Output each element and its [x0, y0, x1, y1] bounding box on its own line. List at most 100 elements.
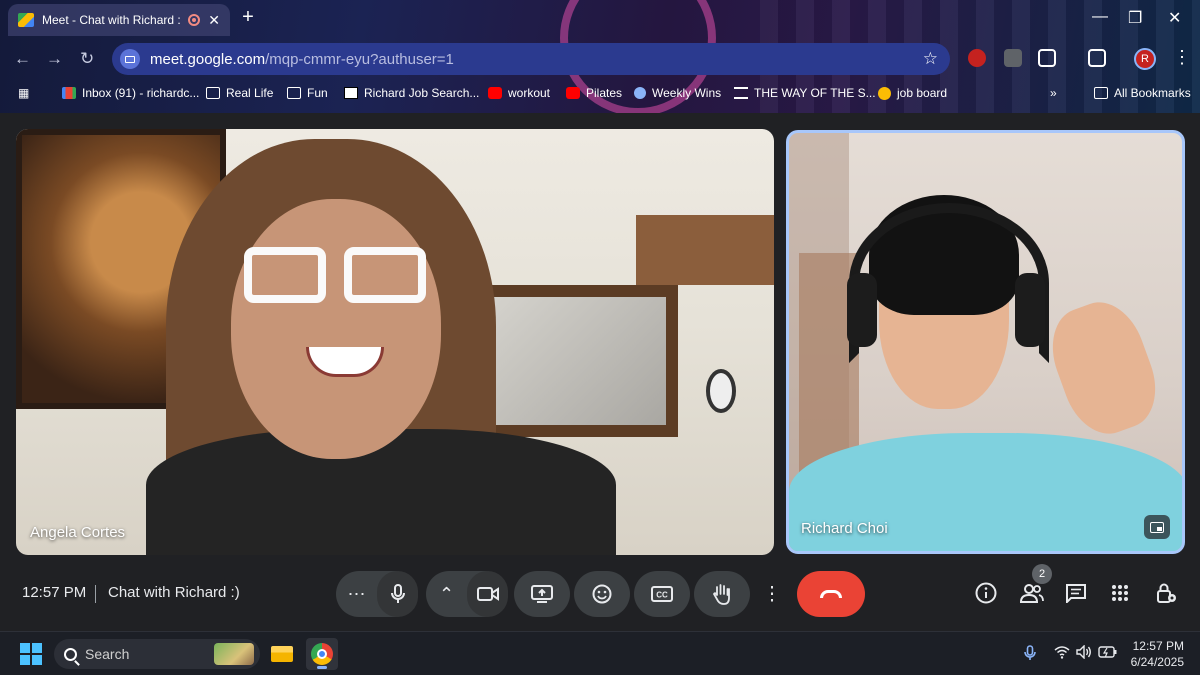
extension-hand-icon[interactable]: [968, 49, 986, 67]
coin-icon: [878, 86, 891, 100]
bookmark-item[interactable]: Fun: [287, 86, 328, 100]
close-window-icon[interactable]: ✕: [1168, 8, 1181, 28]
search-label: Search: [85, 646, 130, 662]
camera-button[interactable]: [467, 571, 508, 617]
cast-icon[interactable]: [1088, 49, 1106, 67]
restore-icon[interactable]: ❐: [1128, 8, 1142, 28]
participant-face: [231, 199, 441, 459]
meeting-details-icon[interactable]: [974, 581, 998, 605]
search-icon: [64, 647, 77, 661]
bookmark-item[interactable]: Pilates: [566, 86, 622, 100]
chrome-taskbar-icon[interactable]: [306, 638, 338, 670]
gmail-icon: [62, 87, 76, 99]
meeting-title: Chat with Richard :): [108, 584, 240, 601]
wall-clock: [706, 369, 736, 413]
site-info-icon[interactable]: [120, 49, 140, 69]
folder-icon: [1094, 87, 1108, 99]
svg-text:CC: CC: [656, 591, 668, 600]
bookmark-item[interactable]: job board: [878, 86, 947, 100]
extension-icon[interactable]: [1004, 49, 1022, 67]
bookmark-star-icon[interactable]: ☆: [923, 49, 938, 69]
ceiling-beam: [636, 215, 774, 285]
windows-taskbar: Search 12:57 PM 6/24/2025: [0, 631, 1200, 675]
meet-control-bar: 12:57 PM Chat with Richard :) ⋯ ⌃ CC ⋮ 2: [0, 563, 1200, 625]
participant-tile-angela[interactable]: Angela Cortes: [16, 129, 774, 555]
captions-icon: CC: [651, 586, 673, 602]
recording-indicator-icon: [188, 14, 201, 26]
address-bar[interactable]: meet.google.com/mqp-cmmr-eyu?authuser=1 …: [112, 43, 950, 75]
folder-icon: [206, 87, 220, 99]
battery-icon[interactable]: [1098, 645, 1118, 661]
host-controls-lock-icon[interactable]: [1154, 581, 1178, 605]
raise-hand-icon: [712, 584, 730, 605]
system-clock[interactable]: 12:57 PM 6/24/2025: [1131, 638, 1184, 670]
tab-close-icon[interactable]: ✕: [208, 12, 220, 29]
leave-call-button[interactable]: [797, 571, 865, 617]
reactions-button[interactable]: [574, 571, 630, 617]
audio-options-icon[interactable]: ⋯: [336, 571, 377, 617]
more-options-icon[interactable]: ⋮: [754, 571, 790, 617]
file-explorer-icon[interactable]: [266, 638, 298, 670]
bookmark-item[interactable]: Inbox (91) - richardc...: [62, 86, 199, 100]
bookmark-item[interactable]: THE WAY OF THE S...: [734, 86, 876, 100]
microphone-tray-icon[interactable]: [1024, 645, 1036, 664]
bank-icon: [734, 87, 748, 99]
bookmark-item[interactable]: workout: [488, 86, 550, 100]
folder-icon: [287, 87, 301, 99]
video-control-group: ⌃: [426, 571, 508, 617]
meet-favicon-icon: [18, 13, 34, 27]
address-url: meet.google.com/mqp-cmmr-eyu?authuser=1: [150, 50, 454, 68]
people-icon[interactable]: [1020, 581, 1044, 605]
profile-avatar[interactable]: R: [1134, 48, 1156, 70]
wifi-icon[interactable]: [1054, 645, 1070, 662]
participant-name: Richard Choi: [801, 520, 888, 537]
people-icon: [634, 87, 646, 99]
apps-grid-icon[interactable]: ▦: [18, 86, 29, 100]
browser-tab-meet[interactable]: Meet - Chat with Richard :) ✕: [8, 4, 230, 36]
audio-control-group: ⋯: [336, 571, 418, 617]
emoji-icon: [592, 584, 612, 604]
bookmark-item[interactable]: Richard Job Search...: [344, 86, 479, 100]
camera-icon: [476, 587, 499, 601]
divider: [95, 585, 96, 603]
microphone-icon: [390, 584, 405, 603]
present-icon: [531, 585, 553, 603]
bookmark-item[interactable]: Real Life: [206, 86, 273, 100]
notion-icon: [344, 87, 358, 99]
youtube-icon: [566, 87, 580, 99]
minimize-icon[interactable]: —: [1092, 8, 1108, 26]
all-bookmarks-button[interactable]: All Bookmarks: [1094, 86, 1191, 100]
system-date: 6/24/2025: [1130, 655, 1184, 669]
more-bookmarks-chevron-icon[interactable]: »: [1050, 86, 1057, 100]
headset-cup: [847, 273, 877, 347]
present-screen-button[interactable]: [514, 571, 570, 617]
peace-sign-hand: [1039, 291, 1169, 445]
activities-grid-icon[interactable]: [1108, 581, 1132, 605]
youtube-icon: [488, 87, 502, 99]
tab-title: Meet - Chat with Richard :): [42, 13, 181, 27]
glasses: [244, 247, 434, 307]
raise-hand-button[interactable]: [694, 571, 750, 617]
participant-tile-richard[interactable]: Richard Choi: [786, 130, 1185, 554]
bookmark-item[interactable]: Weekly Wins: [634, 86, 721, 100]
search-highlight-image: [214, 643, 254, 665]
browser-menu-icon[interactable]: ⋮: [1173, 47, 1191, 68]
volume-icon[interactable]: [1076, 644, 1092, 662]
back-icon[interactable]: ←: [14, 49, 31, 69]
microphone-button[interactable]: [377, 571, 418, 617]
taskbar-search[interactable]: Search: [54, 639, 260, 669]
windows-start-icon[interactable]: [20, 643, 42, 665]
video-options-chevron-icon[interactable]: ⌃: [426, 571, 467, 617]
system-time: 12:57 PM: [1132, 639, 1184, 653]
captions-button[interactable]: CC: [634, 571, 690, 617]
chat-icon[interactable]: [1064, 581, 1088, 605]
hang-up-icon: [820, 590, 842, 598]
bookmarks-bar: ▦ Inbox (91) - richardc... Real Life Fun…: [0, 82, 1200, 106]
forward-icon[interactable]: →: [46, 49, 63, 69]
participant-name: Angela Cortes: [30, 524, 126, 541]
reload-icon[interactable]: ↻: [80, 49, 94, 69]
new-tab-button[interactable]: +: [238, 7, 258, 28]
picture-in-picture-icon[interactable]: [1144, 515, 1170, 539]
extensions-puzzle-icon[interactable]: [1038, 49, 1056, 67]
browser-chrome: Meet - Chat with Richard :) ✕ + — ❐ ✕ ← …: [0, 0, 1200, 113]
